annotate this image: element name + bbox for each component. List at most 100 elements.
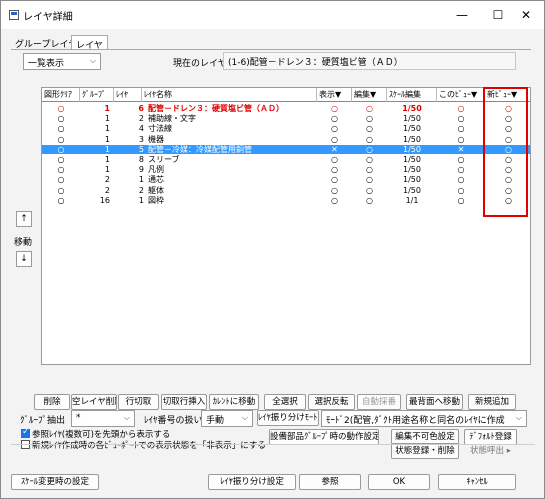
group-action-setting-button[interactable]: 設備部品ｸﾞﾙｰﾌﾟ時の動作設定 — [269, 429, 379, 445]
cell-newview[interactable]: ○ — [485, 145, 530, 154]
cell-thisview[interactable]: ○ — [437, 104, 485, 113]
cell-layer[interactable]: 9 — [114, 165, 144, 174]
table-row[interactable]: ○ 1 8 スリーブ ○ ○ 1/50 ○ ○ — [42, 155, 530, 164]
cell-layer[interactable]: 2 — [114, 186, 144, 195]
invert-selection-button[interactable]: 選択反転 — [308, 394, 355, 410]
cell-edit[interactable]: ○ — [352, 155, 387, 164]
cell-scale[interactable]: 1/1 — [387, 196, 437, 205]
cell-show[interactable]: ○ — [317, 124, 352, 133]
cell-newview[interactable]: ○ — [485, 155, 530, 164]
insert-cut-row-button[interactable]: 切取行挿入 — [161, 394, 207, 410]
cell-edit[interactable]: ○ — [352, 186, 387, 195]
hide-new-layer-checkbox[interactable]: 新規ﾚｲﾔ作成時の各ﾋﾞｭｰﾎﾟｰﾄでの表示状態を「非表示」にする — [21, 439, 266, 451]
cell-name[interactable]: 図枠 — [146, 196, 316, 205]
cell-scale[interactable]: 1/50 — [387, 175, 437, 184]
col-header-show[interactable]: 表示▼ — [317, 88, 352, 102]
table-row[interactable]: ○ 1 2 補助線・文字 ○ ○ 1/50 ○ ○ — [42, 114, 530, 123]
cell-show[interactable]: ○ — [317, 165, 352, 174]
cell-newview[interactable]: ○ — [485, 124, 530, 133]
send-to-back-button[interactable]: 最背面へ移動 — [406, 394, 463, 410]
cell-layer[interactable]: 6 — [114, 104, 144, 113]
cell-clear[interactable]: ○ — [42, 196, 80, 205]
cell-edit[interactable]: ○ — [352, 165, 387, 174]
cell-scale[interactable]: 1/50 — [387, 135, 437, 144]
table-row[interactable]: ○ 1 6 配管－ドレン３：硬質塩ビ管（ＡＤ） ○ ○ 1/50 ○ ○ — [42, 104, 530, 113]
delete-empty-layers-button[interactable]: 空レイヤ削除 — [71, 394, 117, 410]
cell-scale[interactable]: 1/50 — [387, 145, 437, 154]
scale-change-setting-button[interactable]: ｽｹｰﾙ変更時の設定 — [11, 474, 99, 490]
cell-group[interactable]: 1 — [80, 145, 110, 154]
cell-name[interactable]: 配管－冷媒：冷媒配管用銅管 — [146, 145, 316, 154]
cell-name[interactable]: 通芯 — [146, 175, 316, 184]
cell-show[interactable]: ✕ — [317, 145, 352, 154]
auto-number-button[interactable]: 自動採番 — [357, 394, 401, 410]
move-down-button[interactable]: ↓ — [16, 251, 32, 267]
col-header-edit[interactable]: 編集▼ — [352, 88, 387, 102]
cell-thisview[interactable]: ○ — [437, 196, 485, 205]
layer-split-setting-button[interactable]: ﾚｲﾔ振り分け設定 — [208, 474, 296, 490]
cell-group[interactable]: 1 — [80, 155, 110, 164]
cell-thisview[interactable]: ○ — [437, 175, 485, 184]
cell-name[interactable]: 機器 — [146, 135, 316, 144]
cell-clear[interactable]: ○ — [42, 165, 80, 174]
table-row[interactable]: ○ 1 9 凡例 ○ ○ 1/50 ○ ○ — [42, 165, 530, 174]
cell-newview[interactable]: ○ — [485, 104, 530, 113]
cell-newview[interactable]: ○ — [485, 186, 530, 195]
cell-layer[interactable]: 5 — [114, 145, 144, 154]
move-up-button[interactable]: ↑ — [16, 211, 32, 227]
cell-group[interactable]: 16 — [80, 196, 110, 205]
cell-group[interactable]: 2 — [80, 186, 110, 195]
cell-clear[interactable]: ○ — [42, 135, 80, 144]
cell-layer[interactable]: 1 — [114, 175, 144, 184]
cell-clear[interactable]: ○ — [42, 186, 80, 195]
cell-group[interactable]: 1 — [80, 165, 110, 174]
select-all-button[interactable]: 全選択 — [264, 394, 306, 410]
cell-thisview[interactable]: ○ — [437, 165, 485, 174]
table-row[interactable]: ○ 16 1 図枠 ○ ○ 1/1 ○ ○ — [42, 196, 530, 205]
table-row[interactable]: ○ 2 1 通芯 ○ ○ 1/50 ○ ○ — [42, 175, 530, 184]
col-header-this-view[interactable]: このﾋﾞｭｰ▼ — [437, 88, 485, 102]
layer-split-mode-button[interactable]: ﾚｲﾔ振り分けﾓｰﾄﾞ — [257, 410, 319, 426]
cell-newview[interactable]: ○ — [485, 114, 530, 123]
cell-thisview[interactable]: ○ — [437, 114, 485, 123]
cell-group[interactable]: 2 — [80, 175, 110, 184]
cell-show[interactable]: ○ — [317, 196, 352, 205]
cut-row-button[interactable]: 行切取 — [118, 394, 159, 410]
cell-edit[interactable]: ○ — [352, 175, 387, 184]
cell-thisview[interactable]: ○ — [437, 155, 485, 164]
cell-edit[interactable]: ○ — [352, 135, 387, 144]
layer-number-select[interactable]: 手動 ⌵ — [201, 410, 253, 427]
cell-layer[interactable]: 4 — [114, 124, 144, 133]
cell-group[interactable]: 1 — [80, 135, 110, 144]
delete-button[interactable]: 削除 — [34, 394, 70, 410]
layer-split-mode-select[interactable]: ﾓｰﾄﾞ2(配管,ﾀﾞｸﾄ用途名称と同名のﾚｲﾔに作成 ⌵ — [321, 410, 527, 427]
table-row[interactable]: ○ 1 4 寸法線 ○ ○ 1/50 ○ ○ — [42, 124, 530, 133]
cell-edit[interactable]: ○ — [352, 114, 387, 123]
add-new-button[interactable]: 新規追加 — [468, 394, 516, 410]
table-row[interactable]: ○ 2 2 躯体 ○ ○ 1/50 ○ ○ — [42, 186, 530, 195]
state-call-button[interactable]: 状態呼出 ▸ — [464, 443, 517, 459]
cell-group[interactable]: 1 — [80, 124, 110, 133]
cell-thisview[interactable]: ○ — [437, 135, 485, 144]
col-header-group[interactable]: ｸﾞﾙｰﾌﾟ — [80, 88, 114, 102]
cell-thisview[interactable]: ✕ — [437, 145, 485, 154]
move-to-current-button[interactable]: ｶﾚﾝﾄに移動 — [209, 394, 259, 410]
cell-newview[interactable]: ○ — [485, 165, 530, 174]
cell-scale[interactable]: 1/50 — [387, 114, 437, 123]
col-header-layer[interactable]: ﾚｲﾔ — [114, 88, 142, 102]
cell-clear[interactable]: ○ — [42, 175, 80, 184]
cell-newview[interactable]: ○ — [485, 135, 530, 144]
cell-scale[interactable]: 1/50 — [387, 124, 437, 133]
view-mode-select[interactable]: 一覧表示 ⌵ — [23, 53, 101, 70]
cell-name[interactable]: 配管－ドレン３：硬質塩ビ管（ＡＤ） — [146, 104, 316, 113]
cell-show[interactable]: ○ — [317, 155, 352, 164]
cell-clear[interactable]: ○ — [42, 114, 80, 123]
tab-layer[interactable]: レイヤ — [71, 35, 108, 51]
cell-layer[interactable]: 2 — [114, 114, 144, 123]
cell-layer[interactable]: 1 — [114, 196, 144, 205]
col-header-scale[interactable]: ｽｹｰﾙ編集 — [387, 88, 437, 102]
cell-edit[interactable]: ○ — [352, 104, 387, 113]
cell-name[interactable]: 補助線・文字 — [146, 114, 316, 123]
col-header-name[interactable]: ﾚｲﾔ名称 — [142, 88, 317, 102]
cancel-button[interactable]: ｷｬﾝｾﾙ — [438, 474, 516, 490]
